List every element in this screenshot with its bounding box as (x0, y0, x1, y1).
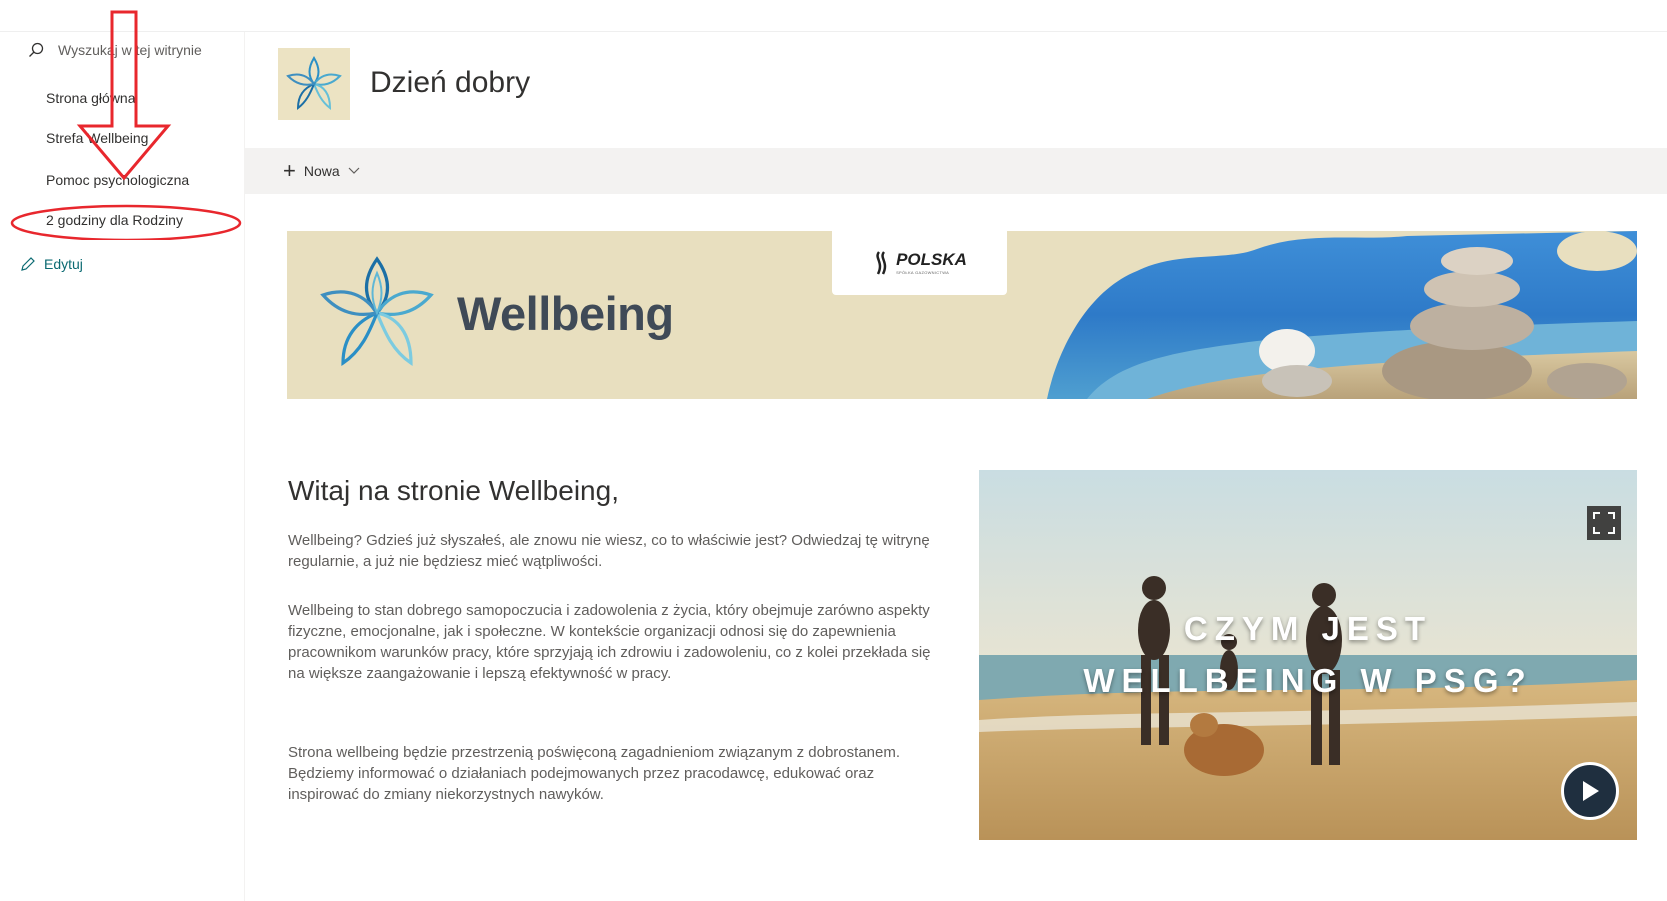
wellbeing-banner: Wellbeing POLSKA SPÓŁKA GAZOWNICTWA (287, 231, 1637, 399)
edit-nav-link[interactable]: Edytuj (20, 256, 83, 272)
nav-item-pomoc-psychologiczna[interactable]: Pomoc psychologiczna (46, 172, 189, 188)
stacked-stones-photo (1047, 231, 1637, 399)
video-caption-line2: WELLBEING W PSG? (1083, 662, 1533, 699)
definition-paragraph: Wellbeing to stan dobrego samopoczucia i… (288, 602, 931, 682)
left-navigation: Wyszukaj w tej witrynie Strona główna St… (0, 32, 245, 901)
banner-heading: Wellbeing (457, 287, 674, 340)
play-icon (1583, 781, 1599, 801)
nav-item-strefa-wellbeing[interactable]: Strefa Wellbeing (46, 130, 148, 146)
partner-logo-subtext: SPÓŁKA GAZOWNICTWA (896, 270, 950, 275)
wellbeing-video[interactable]: CZYM JEST WELLBEING W PSG? (979, 470, 1637, 840)
intro-paragraph: Wellbeing? Gdzieś już słyszałeś, ale zno… (288, 532, 930, 570)
wellbeing-flower-icon (286, 56, 342, 111)
site-logo[interactable] (278, 48, 350, 120)
new-button[interactable]: Nowa (304, 163, 340, 179)
site-title: Dzień dobry (370, 66, 531, 99)
site-header: Dzień dobry (245, 32, 1667, 148)
play-button[interactable] (1561, 762, 1619, 820)
nav-item-strona-glowna[interactable]: Strona główna (46, 90, 136, 106)
expand-icon (1593, 512, 1615, 534)
pencil-icon (21, 257, 35, 271)
wellbeing-logo-icon (320, 256, 434, 366)
purpose-paragraph: Strona wellbeing będzie przestrzenią poś… (288, 744, 901, 803)
flame-icon (876, 251, 887, 275)
beach-family-scene (979, 470, 1637, 840)
site-search-box[interactable]: Wyszukaj w tej witrynie (28, 36, 238, 64)
search-placeholder: Wyszukaj w tej witrynie (58, 42, 202, 58)
plus-icon[interactable]: + (283, 158, 296, 184)
edit-label: Edytuj (44, 256, 83, 272)
partner-logo: POLSKA SPÓŁKA GAZOWNICTWA (832, 231, 1007, 295)
partner-logo-text: POLSKA (896, 250, 967, 269)
welcome-title: Witaj na stronie Wellbeing, (288, 475, 619, 506)
fullscreen-button[interactable] (1587, 506, 1621, 540)
nav-item-2-godziny-dla-rodziny[interactable]: 2 godziny dla Rodziny (46, 212, 183, 228)
chevron-down-icon[interactable] (348, 167, 360, 175)
video-caption-line1: CZYM JEST (1183, 610, 1433, 647)
search-icon (29, 42, 44, 57)
top-strip (0, 0, 1667, 32)
command-bar: + Nowa (245, 148, 1667, 194)
